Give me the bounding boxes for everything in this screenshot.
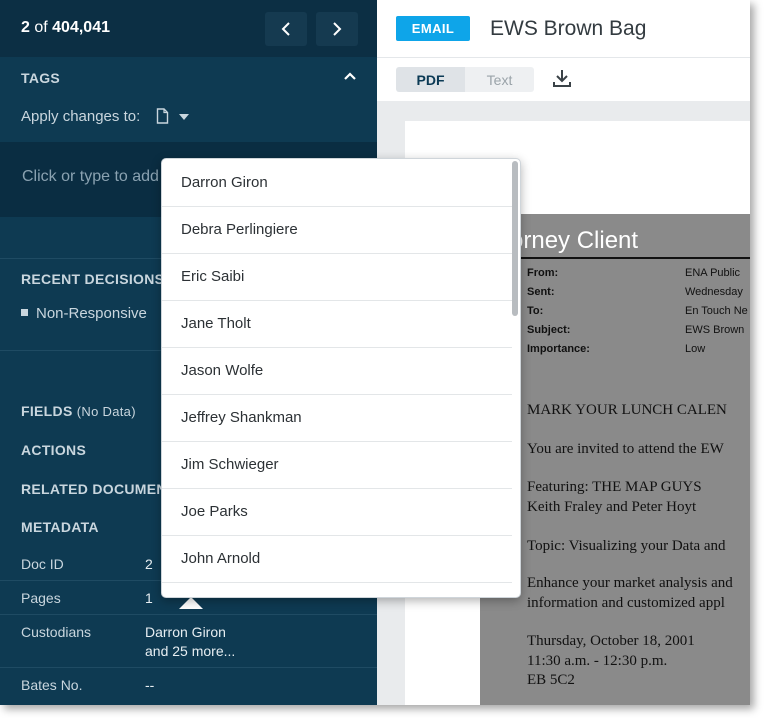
fields-no-data-note: (No Data)	[76, 404, 136, 419]
scan-rule	[512, 257, 750, 259]
custodian-more-link[interactable]: and 25 more...	[145, 642, 235, 661]
metadata-section-title[interactable]: METADATA	[21, 519, 99, 535]
fields-title-text: FIELDS	[21, 403, 73, 419]
caret-down-icon	[179, 114, 189, 120]
dropdown-item[interactable]: John Arnold	[162, 535, 512, 583]
meta-value-doc-id: 2	[145, 556, 153, 572]
email-type-badge: EMAIL	[396, 16, 470, 41]
of-label: of	[34, 19, 48, 36]
meta-value-pages: 1	[145, 590, 153, 606]
dropdown-item[interactable]: Jim Schwieger	[162, 441, 512, 489]
meta-label-doc-id: Doc ID	[21, 556, 64, 572]
scan-body-line: You are invited to attend the EW	[527, 441, 724, 457]
dropdown-item-label: Jeffrey Shankman	[181, 409, 302, 426]
current-index: 2	[21, 19, 30, 36]
divider	[0, 667, 377, 668]
scan-body-line: EB 5C2	[527, 672, 575, 688]
previous-document-button[interactable]	[265, 12, 307, 46]
viewer-toolbar: PDF Text	[377, 57, 750, 102]
tag-input-placeholder: Click or type to add	[22, 168, 159, 185]
meta-label-pages: Pages	[21, 590, 61, 606]
dropdown-item-label: Jane Tholt	[181, 315, 251, 332]
scan-body-line: Featuring: THE MAP GUYS	[527, 479, 702, 495]
dropdown-item[interactable]: Jane Tholt	[162, 300, 512, 348]
dropdown-item[interactable]: Darron Giron	[162, 159, 512, 207]
dropdown-item-label: Jason Wolfe	[181, 362, 264, 379]
scan-body-line: Thursday, October 18, 2001	[527, 633, 695, 649]
meta-value-bates: --	[145, 677, 155, 693]
scan-body-line: Enhance your market analysis and	[527, 575, 733, 591]
recent-decision-item[interactable]: Non-Responsive	[36, 305, 147, 322]
scan-header-label: From:	[527, 267, 559, 279]
document-title: EWS Brown Bag	[490, 17, 647, 40]
scan-header-value: En Touch Ne	[685, 305, 748, 317]
scan-body-line: information and customized appl	[527, 595, 725, 611]
popover-pointer	[179, 597, 203, 609]
dropdown-item[interactable]: Debra Perlingiere	[162, 206, 512, 254]
dropdown-item-label: Debra Perlingiere	[181, 221, 298, 238]
dropdown-item-label: Jim Schwieger	[181, 456, 279, 473]
scan-heading: orney Client	[510, 227, 639, 254]
scan-header-label: To:	[527, 305, 544, 317]
chevron-left-icon	[281, 22, 290, 36]
actions-section-title[interactable]: ACTIONS	[21, 442, 86, 458]
scan-header-label: Subject:	[527, 324, 571, 336]
apply-scope-dropdown[interactable]	[156, 108, 196, 128]
scan-body-line: MARK YOUR LUNCH CALEN	[527, 402, 727, 418]
document-header: EMAIL EWS Brown Bag	[377, 0, 750, 57]
tags-section-title: TAGS	[21, 70, 61, 86]
dropdown-scrollbar[interactable]	[512, 161, 518, 316]
meta-label-custodians: Custodians	[21, 624, 92, 640]
scan-body-line: Keith Fraley and Peter Hoyt	[527, 499, 697, 515]
dropdown-item[interactable]: Eric Saibi	[162, 253, 512, 301]
divider	[0, 614, 377, 615]
custodian-primary: Darron Giron	[145, 624, 226, 640]
scan-body-line: Topic: Visualizing your Data and	[527, 538, 726, 554]
dropdown-item[interactable]: Jeffrey Shankman	[162, 394, 512, 442]
dropdown-item[interactable]: Joe Parks	[162, 488, 512, 536]
scan-header-value: ENA Public	[685, 267, 741, 279]
recent-decisions-title: RECENT DECISIONS	[21, 271, 165, 287]
dropdown-item-label: Eric Saibi	[181, 268, 245, 285]
apply-changes-label: Apply changes to:	[21, 108, 141, 125]
dropdown-item-label: Darron Giron	[181, 174, 268, 191]
tab-pdf[interactable]: PDF	[396, 67, 465, 92]
meta-label-bates: Bates No.	[21, 677, 83, 693]
bullet-square-icon	[21, 309, 28, 316]
document-counter: 2 of 404,041	[21, 19, 110, 37]
tab-text[interactable]: Text	[465, 67, 534, 92]
document-icon	[156, 108, 169, 124]
meta-value-custodians[interactable]: Darron Giron and 25 more...	[145, 623, 235, 661]
chevron-right-icon	[333, 22, 342, 36]
scan-header-value: EWS Brown	[685, 324, 745, 336]
next-document-button[interactable]	[316, 12, 358, 46]
dropdown-item-label: Joe Parks	[181, 503, 248, 520]
scan-header-label: Sent:	[527, 286, 555, 298]
total-count: 404,041	[52, 19, 110, 36]
download-icon[interactable]	[552, 68, 572, 88]
scan-header-value: Wednesday	[685, 286, 743, 298]
scan-header-label: Importance:	[527, 343, 590, 355]
custodian-dropdown[interactable]: Darron Giron Debra Perlingiere Eric Saib…	[161, 158, 521, 598]
pager-bar: 2 of 404,041	[0, 0, 377, 57]
scan-body-line: 11:30 a.m. - 12:30 p.m.	[527, 653, 668, 669]
collapse-chevron-up-icon[interactable]	[343, 71, 357, 81]
scan-header-value: Low	[685, 343, 706, 355]
fields-section-title[interactable]: FIELDS (No Data)	[21, 403, 136, 419]
dropdown-item-label: John Arnold	[181, 550, 261, 567]
dropdown-item[interactable]: Jason Wolfe	[162, 347, 512, 395]
app-window: 2 of 404,041 TAGS Apply changes to: Clic…	[0, 0, 750, 705]
